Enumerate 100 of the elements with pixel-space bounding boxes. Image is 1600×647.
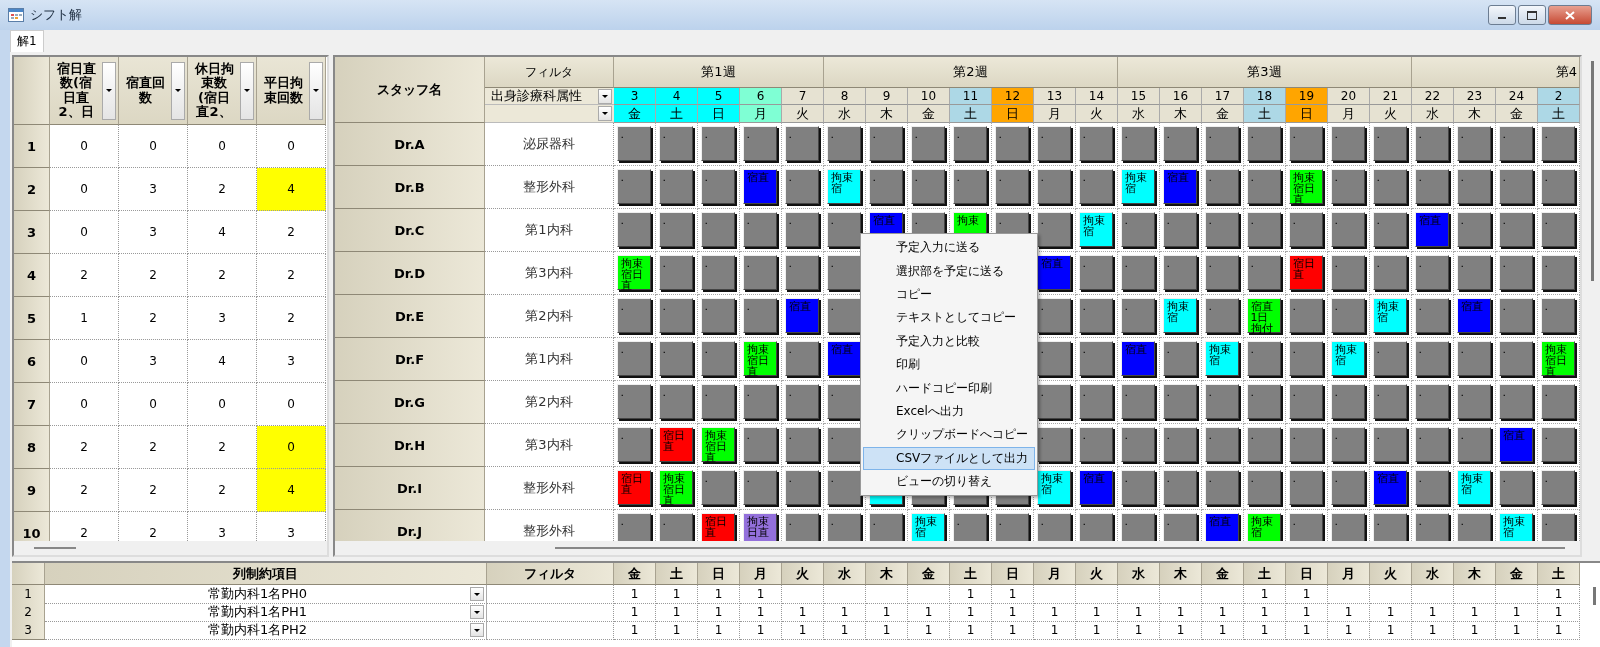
menu-item[interactable]: ハードコピー印刷 bbox=[863, 376, 1035, 400]
shift-button[interactable]: . bbox=[868, 512, 903, 541]
menu-item[interactable]: 選択部を予定に送る bbox=[863, 259, 1035, 283]
dropdown-button[interactable] bbox=[470, 623, 484, 637]
shift-button[interactable]: . bbox=[1078, 125, 1113, 161]
shift-button[interactable]: . bbox=[1120, 383, 1155, 419]
shift-button[interactable]: . bbox=[658, 254, 693, 290]
shift-button[interactable]: . bbox=[1288, 125, 1323, 161]
shift-button[interactable]: . bbox=[1162, 469, 1197, 505]
shift-button[interactable]: . bbox=[1078, 426, 1113, 462]
shift-button[interactable]: . bbox=[1414, 469, 1449, 505]
shift-button[interactable]: . bbox=[658, 383, 693, 419]
shift-button[interactable]: . bbox=[1414, 383, 1449, 419]
shift-button[interactable]: . bbox=[784, 340, 819, 376]
shift-button[interactable]: . bbox=[700, 469, 735, 505]
shift-button[interactable]: . bbox=[1078, 340, 1113, 376]
shift-button[interactable]: . bbox=[1036, 426, 1071, 462]
shift-button[interactable]: . bbox=[1540, 254, 1575, 290]
column-header[interactable]: 宿日直数(宿日直2、日 bbox=[50, 57, 119, 125]
shift-button[interactable]: . bbox=[1120, 469, 1155, 505]
shift-button[interactable]: . bbox=[1204, 254, 1239, 290]
shift-button[interactable]: 拘束宿 bbox=[1372, 297, 1407, 333]
shift-button[interactable]: . bbox=[1372, 168, 1407, 204]
shift-button[interactable]: 拘束宿 bbox=[1078, 211, 1113, 247]
shift-button[interactable]: . bbox=[826, 254, 861, 290]
shift-button[interactable]: . bbox=[1036, 340, 1071, 376]
shift-button[interactable]: . bbox=[1036, 297, 1071, 333]
shift-button[interactable]: . bbox=[910, 168, 945, 204]
shift-button[interactable]: . bbox=[1288, 340, 1323, 376]
shift-button[interactable]: . bbox=[952, 168, 987, 204]
shift-button[interactable]: . bbox=[742, 469, 777, 505]
scrollbar-thumb[interactable] bbox=[34, 547, 76, 549]
shift-button[interactable]: 拘束宿日直 bbox=[1540, 340, 1575, 376]
shift-button[interactable]: . bbox=[1414, 297, 1449, 333]
shift-button[interactable]: . bbox=[700, 168, 735, 204]
shift-button[interactable]: . bbox=[1330, 211, 1365, 247]
shift-button[interactable]: . bbox=[1120, 125, 1155, 161]
dropdown-button[interactable] bbox=[598, 106, 612, 121]
shift-button[interactable]: . bbox=[1204, 211, 1239, 247]
shift-button[interactable]: . bbox=[1498, 254, 1533, 290]
filter-field[interactable]: 出身診療科属性 bbox=[485, 88, 614, 105]
shift-button[interactable]: . bbox=[700, 340, 735, 376]
shift-button[interactable]: . bbox=[1372, 383, 1407, 419]
shift-button[interactable]: 拘束宿 bbox=[826, 168, 861, 204]
tab[interactable]: 解1 bbox=[10, 30, 44, 52]
shift-button[interactable]: . bbox=[1246, 383, 1281, 419]
shift-button[interactable]: . bbox=[1414, 340, 1449, 376]
shift-button[interactable]: . bbox=[1456, 254, 1491, 290]
shift-button[interactable]: . bbox=[1456, 211, 1491, 247]
shift-button[interactable]: 拘束宿 bbox=[910, 512, 945, 541]
shift-button[interactable]: . bbox=[658, 125, 693, 161]
shift-button[interactable]: . bbox=[1540, 469, 1575, 505]
shift-button[interactable]: . bbox=[616, 211, 651, 247]
shift-button[interactable]: . bbox=[700, 297, 735, 333]
menu-item[interactable]: テキストとしてコピー bbox=[863, 306, 1035, 330]
menu-item[interactable]: Excelへ出力 bbox=[863, 399, 1035, 424]
shift-button[interactable]: 宿日直 bbox=[658, 426, 693, 462]
shift-button[interactable]: . bbox=[1498, 469, 1533, 505]
scrollbar[interactable] bbox=[1593, 587, 1596, 605]
dropdown-button[interactable] bbox=[470, 605, 484, 619]
shift-button[interactable]: . bbox=[1036, 211, 1071, 247]
column-header[interactable]: 平日拘束回数 bbox=[257, 57, 326, 125]
shift-button[interactable]: . bbox=[1330, 512, 1365, 541]
shift-button[interactable]: 宿日直 bbox=[700, 512, 735, 541]
shift-button[interactable]: . bbox=[1246, 469, 1281, 505]
shift-button[interactable]: . bbox=[742, 125, 777, 161]
shift-button[interactable]: . bbox=[1414, 512, 1449, 541]
shift-button[interactable]: . bbox=[700, 383, 735, 419]
shift-button[interactable]: . bbox=[1078, 512, 1113, 541]
shift-button[interactable]: . bbox=[1288, 469, 1323, 505]
shift-button[interactable]: . bbox=[1120, 297, 1155, 333]
shift-button[interactable]: . bbox=[700, 211, 735, 247]
shift-button[interactable]: . bbox=[1120, 211, 1155, 247]
shift-button[interactable]: 拘束宿 bbox=[1246, 512, 1281, 541]
shift-button[interactable]: . bbox=[742, 426, 777, 462]
shift-button[interactable]: . bbox=[1078, 168, 1113, 204]
shift-button[interactable]: . bbox=[1246, 168, 1281, 204]
shift-button[interactable]: . bbox=[616, 340, 651, 376]
shift-button[interactable]: . bbox=[1456, 383, 1491, 419]
shift-button[interactable]: . bbox=[616, 168, 651, 204]
shift-button[interactable]: . bbox=[1372, 125, 1407, 161]
shift-button[interactable]: . bbox=[616, 297, 651, 333]
shift-button[interactable]: . bbox=[1204, 297, 1239, 333]
shift-button[interactable]: . bbox=[1330, 426, 1365, 462]
shift-button[interactable]: . bbox=[1372, 254, 1407, 290]
shift-button[interactable]: . bbox=[1162, 340, 1197, 376]
shift-button[interactable]: . bbox=[1456, 125, 1491, 161]
shift-button[interactable]: . bbox=[994, 512, 1029, 541]
shift-button[interactable]: . bbox=[1540, 297, 1575, 333]
shift-button[interactable]: . bbox=[952, 512, 987, 541]
shift-button[interactable]: . bbox=[1498, 168, 1533, 204]
shift-button[interactable]: . bbox=[616, 125, 651, 161]
shift-button[interactable]: . bbox=[658, 168, 693, 204]
shift-button[interactable]: . bbox=[1036, 168, 1071, 204]
shift-button[interactable]: . bbox=[1204, 383, 1239, 419]
scrollbar-thumb[interactable] bbox=[555, 547, 1565, 549]
shift-button[interactable]: 拘束宿日直 bbox=[700, 426, 735, 462]
shift-button[interactable]: . bbox=[742, 383, 777, 419]
shift-button[interactable]: . bbox=[1288, 426, 1323, 462]
shift-button[interactable]: . bbox=[1372, 426, 1407, 462]
